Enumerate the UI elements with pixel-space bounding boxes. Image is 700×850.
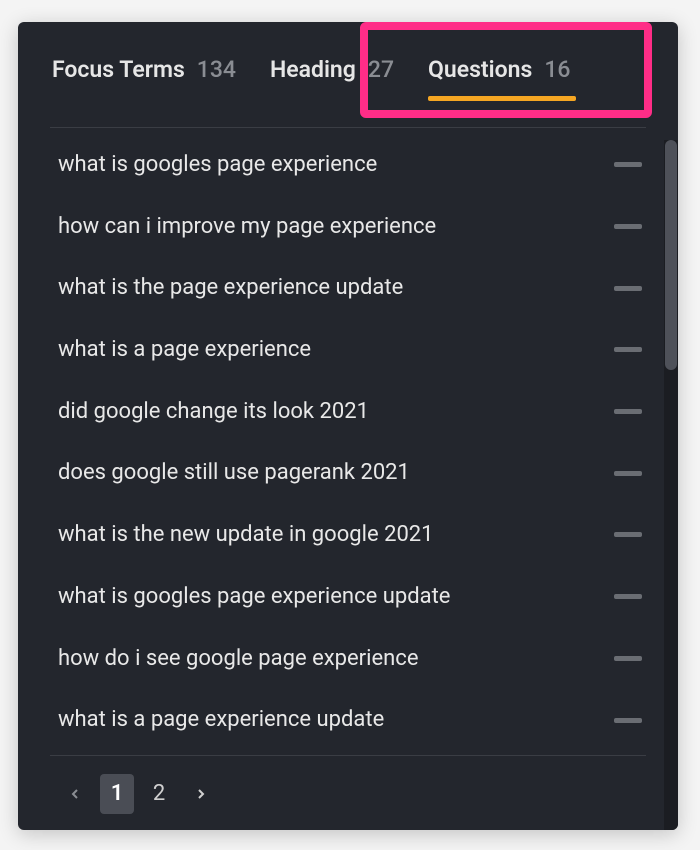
page-number-1[interactable]: 1 (100, 774, 134, 814)
list-item[interactable]: what is a page experience update (50, 689, 646, 756)
minus-icon[interactable] (614, 471, 642, 476)
list-item[interactable]: what is googles page experience (50, 134, 646, 196)
list-item[interactable]: what is a page experience (50, 319, 646, 381)
minus-icon[interactable] (614, 347, 642, 352)
minus-icon[interactable] (614, 656, 642, 661)
questions-list: what is googles page experience how can … (50, 134, 646, 756)
page-number-2[interactable]: 2 (142, 774, 176, 814)
question-text: what is googles page experience (58, 150, 377, 180)
question-text: did google change its look 2021 (58, 397, 369, 427)
tab-questions[interactable]: Questions 16 (428, 56, 570, 83)
tab-label: Questions (428, 56, 532, 83)
question-text: what is a page experience update (58, 705, 384, 735)
chevron-right-icon (193, 786, 209, 802)
list-item[interactable]: how can i improve my page experience (50, 196, 646, 258)
tab-count: 134 (197, 56, 236, 83)
minus-icon[interactable] (614, 532, 642, 537)
tab-label: Heading (270, 56, 356, 83)
tab-label: Focus Terms (52, 56, 185, 83)
questions-content: what is googles page experience how can … (50, 127, 646, 830)
next-page-button[interactable] (184, 774, 218, 814)
minus-icon[interactable] (614, 594, 642, 599)
minus-icon[interactable] (614, 224, 642, 229)
tabs-bar: Focus Terms 134 Heading 27 Questions 16 (18, 22, 678, 109)
question-text: does google still use pagerank 2021 (58, 458, 410, 488)
question-text: what is the new update in google 2021 (58, 520, 434, 550)
list-item[interactable]: how do i see google page experience (50, 628, 646, 690)
question-text: how can i improve my page experience (58, 212, 436, 242)
minus-icon[interactable] (614, 409, 642, 414)
minus-icon[interactable] (614, 286, 642, 291)
list-item[interactable]: what is the page experience update (50, 257, 646, 319)
minus-icon[interactable] (614, 718, 642, 723)
tab-count: 16 (544, 56, 570, 83)
list-item[interactable]: did google change its look 2021 (50, 381, 646, 443)
list-item[interactable]: does google still use pagerank 2021 (50, 442, 646, 504)
list-item[interactable]: what is googles page experience update (50, 566, 646, 628)
scrollbar-track[interactable] (664, 140, 678, 830)
tab-heading[interactable]: Heading 27 (270, 56, 394, 83)
pagination: 1 2 (50, 756, 646, 830)
questions-panel: Focus Terms 134 Heading 27 Questions 16 … (18, 22, 678, 830)
question-text: what is a page experience (58, 335, 311, 365)
scrollbar-thumb[interactable] (665, 140, 677, 370)
tab-focus-terms[interactable]: Focus Terms 134 (52, 56, 236, 83)
minus-icon[interactable] (614, 162, 642, 167)
question-text: what is the page experience update (58, 273, 403, 303)
question-text: how do i see google page experience (58, 644, 419, 674)
question-text: what is googles page experience update (58, 582, 450, 612)
list-item[interactable]: what is the new update in google 2021 (50, 504, 646, 566)
tab-count: 27 (368, 56, 394, 83)
chevron-left-icon (67, 786, 83, 802)
prev-page-button[interactable] (58, 774, 92, 814)
